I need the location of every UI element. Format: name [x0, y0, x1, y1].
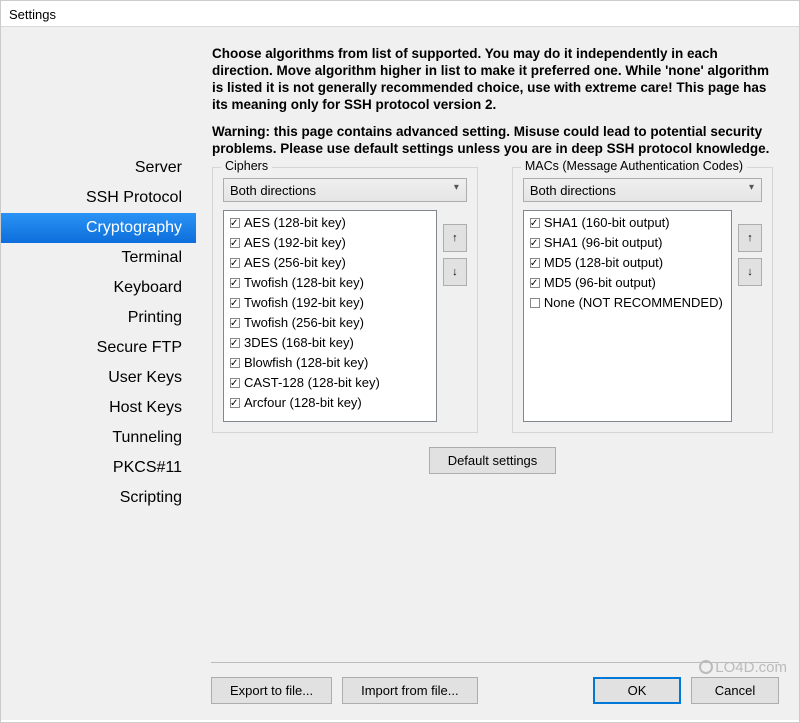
ok-button[interactable]: OK	[593, 677, 681, 704]
checkbox-icon[interactable]	[530, 218, 540, 228]
checkbox-icon[interactable]	[230, 358, 240, 368]
list-item[interactable]: AES (192-bit key)	[224, 233, 436, 253]
sidebar-item-server[interactable]: Server	[1, 153, 196, 183]
list-item-label: Arcfour (128-bit key)	[244, 395, 362, 410]
checkbox-icon[interactable]	[230, 218, 240, 228]
content-area: ServerSSH ProtocolCryptographyTerminalKe…	[1, 27, 799, 720]
list-item-label: CAST-128 (128-bit key)	[244, 375, 380, 390]
ciphers-listbox[interactable]: AES (128-bit key) AES (192-bit key) AES (2…	[223, 210, 437, 422]
list-item-label: Twofish (256-bit key)	[244, 315, 364, 330]
page-description: Choose algorithms from list of supported…	[212, 45, 773, 113]
list-item-label: SHA1 (160-bit output)	[544, 215, 670, 230]
list-item[interactable]: Arcfour (128-bit key)	[224, 393, 436, 413]
list-item[interactable]: Blowfish (128-bit key)	[224, 353, 436, 373]
macs-group: MACs (Message Authentication Codes) Both…	[512, 167, 773, 433]
sidebar-item-pkcs-11[interactable]: PKCS#11	[1, 453, 196, 483]
checkbox-icon[interactable]	[530, 278, 540, 288]
ciphers-direction-select[interactable]: Both directions	[223, 178, 467, 202]
macs-move-down-button[interactable]: ↓	[738, 258, 762, 286]
list-item[interactable]: AES (128-bit key)	[224, 213, 436, 233]
macs-group-label: MACs (Message Authentication Codes)	[521, 159, 747, 173]
list-item[interactable]: Twofish (128-bit key)	[224, 273, 436, 293]
ciphers-group: Ciphers Both directions AES (128-bit key…	[212, 167, 478, 433]
checkbox-icon[interactable]	[530, 258, 540, 268]
list-item[interactable]: Twofish (192-bit key)	[224, 293, 436, 313]
ciphers-group-label: Ciphers	[221, 159, 272, 173]
macs-move-up-button[interactable]: ↑	[738, 224, 762, 252]
list-item[interactable]: SHA1 (160-bit output)	[524, 213, 731, 233]
list-item-label: AES (192-bit key)	[244, 235, 346, 250]
sidebar-item-user-keys[interactable]: User Keys	[1, 363, 196, 393]
main-panel: Choose algorithms from list of supported…	[196, 41, 781, 660]
cancel-button[interactable]: Cancel	[691, 677, 779, 704]
checkbox-icon[interactable]	[230, 318, 240, 328]
checkbox-icon[interactable]	[530, 238, 540, 248]
checkbox-icon[interactable]	[230, 238, 240, 248]
checkbox-icon[interactable]	[230, 278, 240, 288]
macs-listbox[interactable]: SHA1 (160-bit output) SHA1 (96-bit output…	[523, 210, 732, 422]
checkbox-icon[interactable]	[230, 298, 240, 308]
list-item[interactable]: CAST-128 (128-bit key)	[224, 373, 436, 393]
sidebar-item-terminal[interactable]: Terminal	[1, 243, 196, 273]
list-item-label: 3DES (168-bit key)	[244, 335, 354, 350]
import-button[interactable]: Import from file...	[342, 677, 478, 704]
checkbox-icon[interactable]	[230, 258, 240, 268]
sidebar-item-secure-ftp[interactable]: Secure FTP	[1, 333, 196, 363]
ciphers-move-up-button[interactable]: ↑	[443, 224, 467, 252]
settings-sidebar: ServerSSH ProtocolCryptographyTerminalKe…	[1, 41, 196, 660]
sidebar-item-keyboard[interactable]: Keyboard	[1, 273, 196, 303]
list-item-label: Twofish (128-bit key)	[244, 275, 364, 290]
list-item[interactable]: MD5 (96-bit output)	[524, 273, 731, 293]
sidebar-item-scripting[interactable]: Scripting	[1, 483, 196, 513]
list-item[interactable]: MD5 (128-bit output)	[524, 253, 731, 273]
macs-direction-select[interactable]: Both directions	[523, 178, 762, 202]
window-title: Settings	[1, 1, 799, 27]
checkbox-icon[interactable]	[530, 298, 540, 308]
list-item[interactable]: None (NOT RECOMMENDED)	[524, 293, 731, 313]
page-warning: Warning: this page contains advanced set…	[212, 123, 773, 157]
bottom-bar: Export to file... Import from file... OK…	[211, 662, 779, 704]
list-item-label: MD5 (96-bit output)	[544, 275, 656, 290]
list-item-label: SHA1 (96-bit output)	[544, 235, 663, 250]
divider	[211, 662, 779, 663]
sidebar-item-cryptography[interactable]: Cryptography	[1, 213, 196, 243]
export-button[interactable]: Export to file...	[211, 677, 332, 704]
default-settings-button[interactable]: Default settings	[429, 447, 557, 474]
sidebar-item-ssh-protocol[interactable]: SSH Protocol	[1, 183, 196, 213]
sidebar-item-printing[interactable]: Printing	[1, 303, 196, 333]
list-item-label: AES (128-bit key)	[244, 215, 346, 230]
list-item-label: AES (256-bit key)	[244, 255, 346, 270]
list-item-label: None (NOT RECOMMENDED)	[544, 295, 723, 310]
list-item-label: Blowfish (128-bit key)	[244, 355, 368, 370]
list-item[interactable]: Twofish (256-bit key)	[224, 313, 436, 333]
sidebar-item-tunneling[interactable]: Tunneling	[1, 423, 196, 453]
list-item[interactable]: AES (256-bit key)	[224, 253, 436, 273]
checkbox-icon[interactable]	[230, 378, 240, 388]
checkbox-icon[interactable]	[230, 398, 240, 408]
list-item-label: MD5 (128-bit output)	[544, 255, 663, 270]
list-item-label: Twofish (192-bit key)	[244, 295, 364, 310]
sidebar-item-host-keys[interactable]: Host Keys	[1, 393, 196, 423]
list-item[interactable]: 3DES (168-bit key)	[224, 333, 436, 353]
ciphers-move-down-button[interactable]: ↓	[443, 258, 467, 286]
checkbox-icon[interactable]	[230, 338, 240, 348]
list-item[interactable]: SHA1 (96-bit output)	[524, 233, 731, 253]
